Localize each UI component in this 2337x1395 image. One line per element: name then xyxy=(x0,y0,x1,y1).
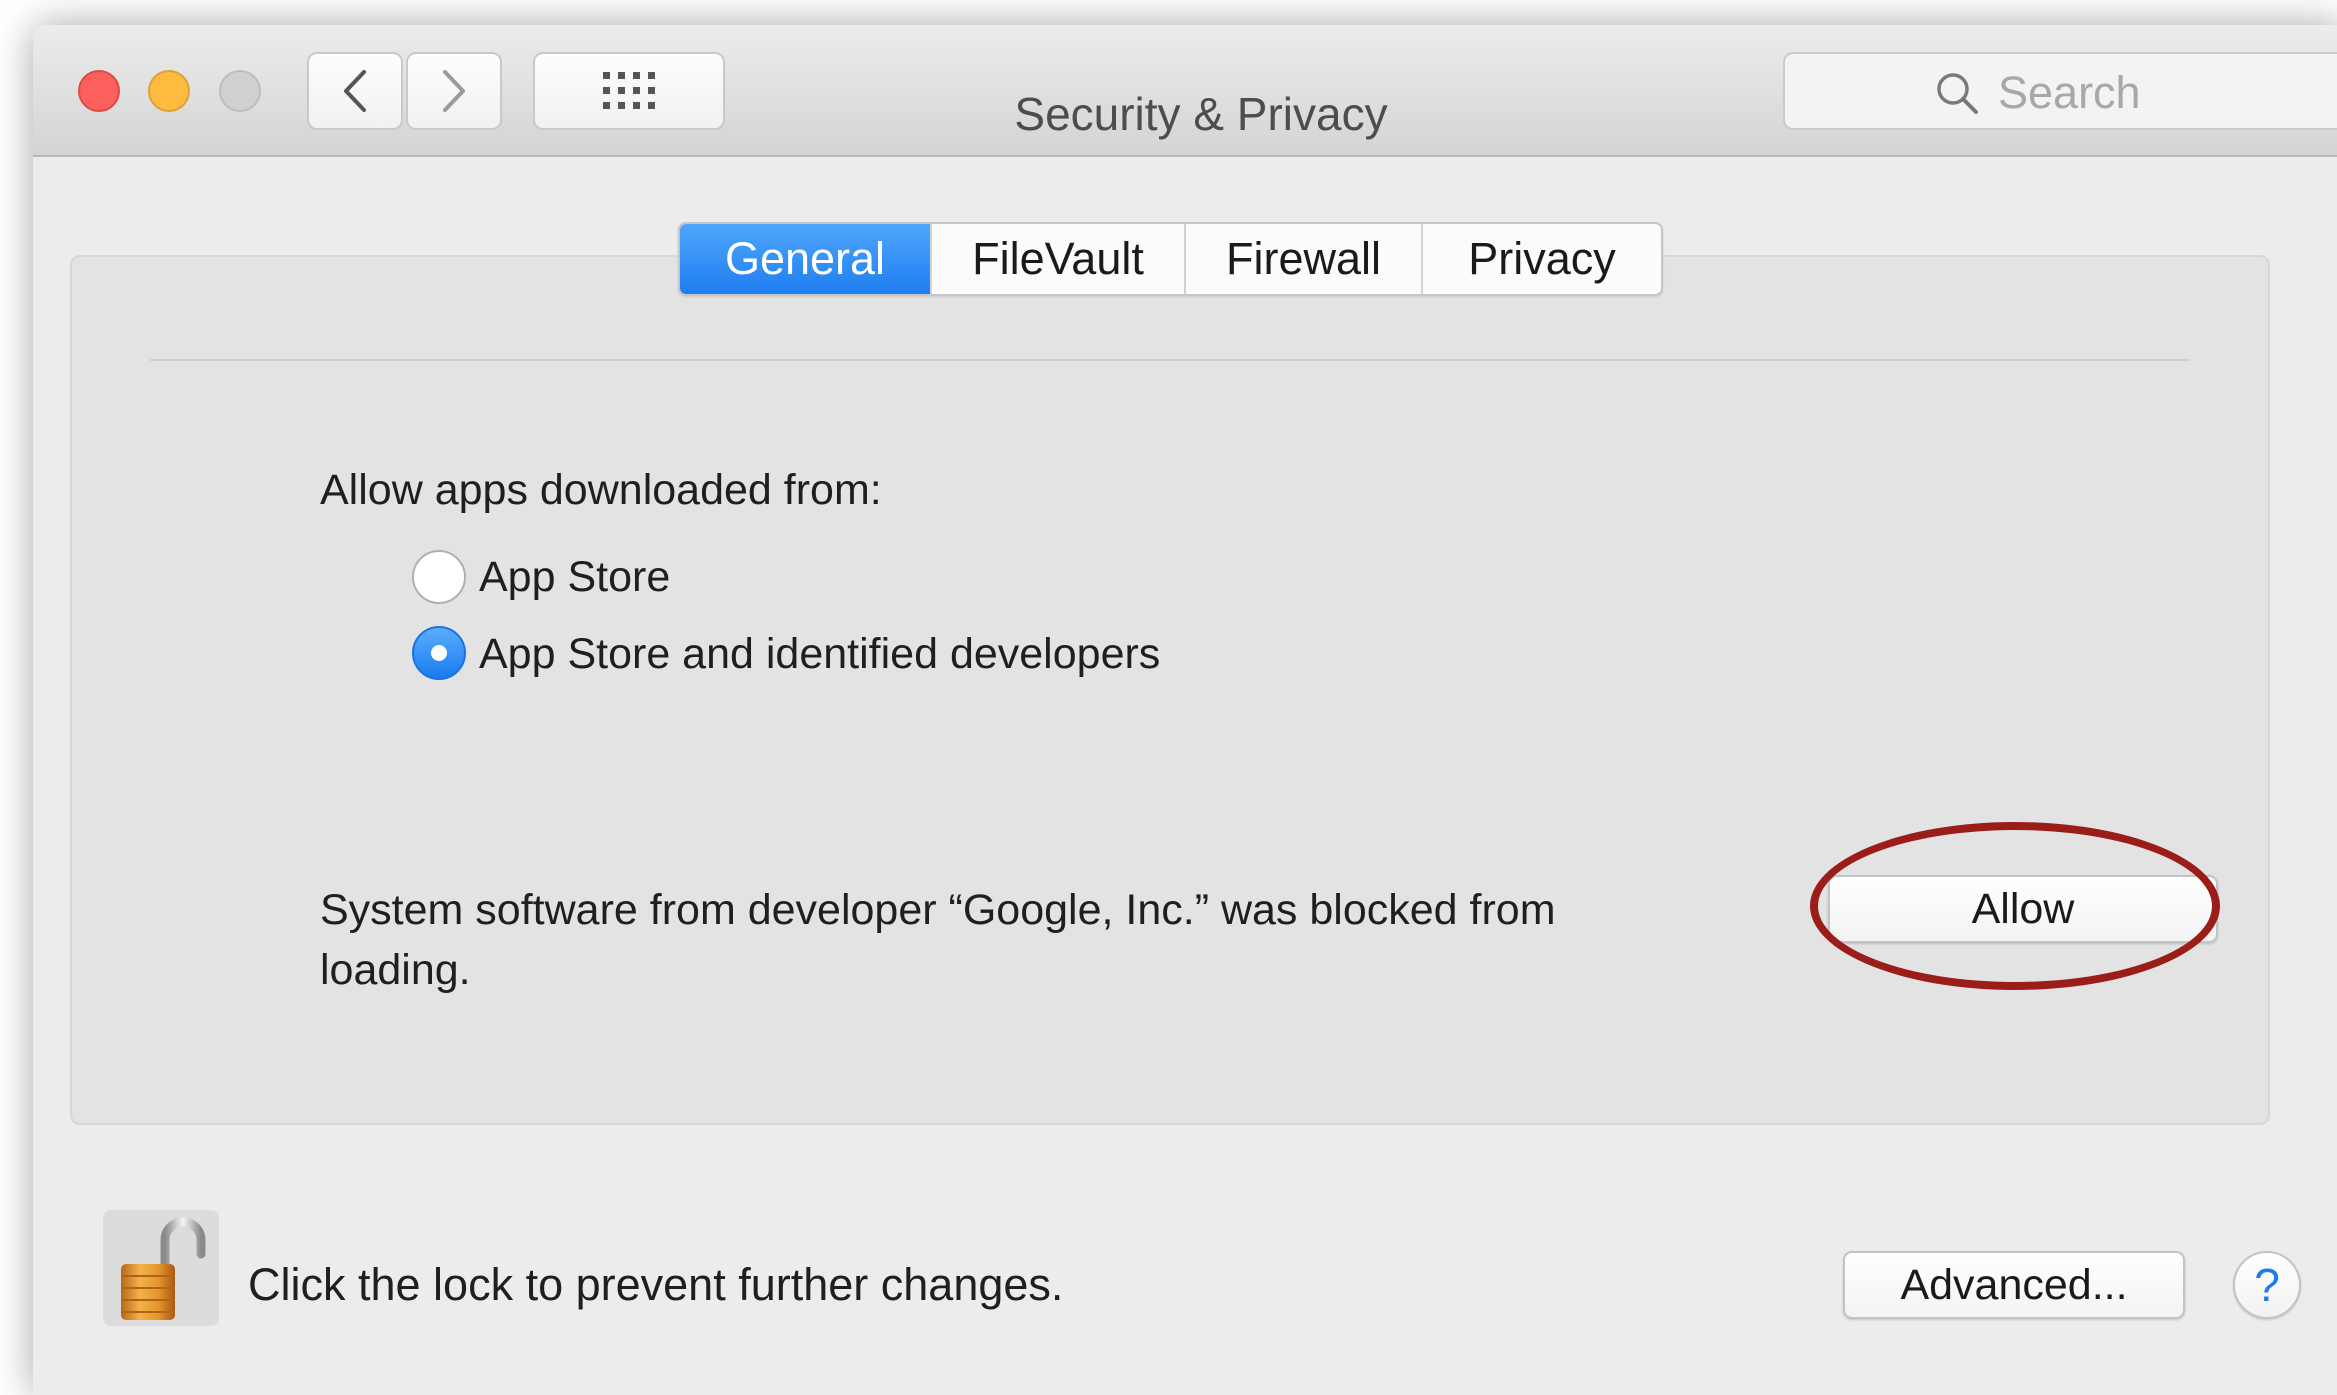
help-button[interactable]: ? xyxy=(2233,1251,2301,1319)
highlight-circle-annotation xyxy=(1810,822,2220,990)
tab-general[interactable]: General xyxy=(680,224,932,294)
search-placeholder: Search xyxy=(1998,67,2141,118)
blocked-software-message: System software from developer “Google, … xyxy=(320,886,1556,994)
search-field[interactable]: Search xyxy=(1783,52,2337,130)
lock-button[interactable] xyxy=(103,1210,219,1326)
allow-apps-heading: Allow apps downloaded from: xyxy=(320,466,882,514)
tab-bar: General FileVault Firewall Privacy xyxy=(678,222,1663,296)
radio-app-store[interactable] xyxy=(412,550,466,604)
advanced-button[interactable]: Advanced... xyxy=(1843,1251,2185,1319)
lock-message: Click the lock to prevent further change… xyxy=(248,1259,1064,1310)
magnifier-icon xyxy=(1937,73,1978,114)
title-bar: Security & Privacy Search xyxy=(33,25,2337,157)
panel-divider xyxy=(150,359,2190,361)
tab-firewall[interactable]: Firewall xyxy=(1186,224,1423,294)
radio-app-store-label[interactable]: App Store xyxy=(479,553,670,602)
unlocked-padlock-icon xyxy=(121,1217,206,1320)
tab-privacy[interactable]: Privacy xyxy=(1423,224,1661,294)
radio-identified-developers[interactable] xyxy=(412,626,466,680)
tab-filevault[interactable]: FileVault xyxy=(932,224,1186,294)
radio-identified-developers-label[interactable]: App Store and identified developers xyxy=(479,630,1160,679)
